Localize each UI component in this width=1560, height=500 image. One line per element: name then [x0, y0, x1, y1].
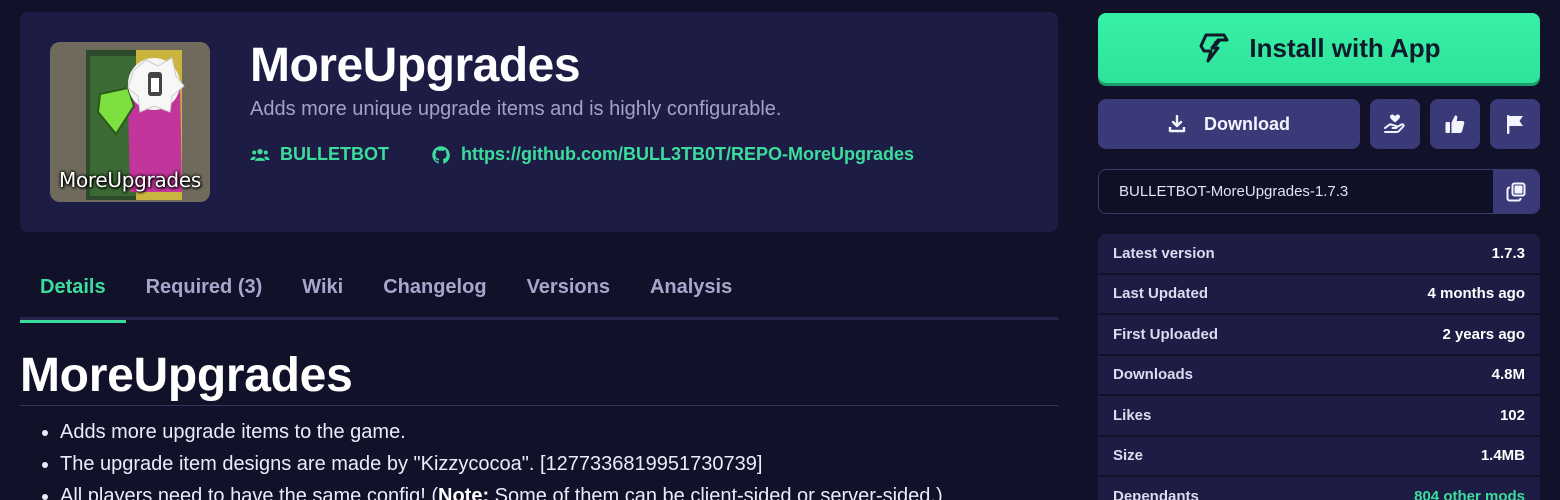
author-link[interactable]: BULLETBOT: [250, 144, 389, 165]
info-row-latest-version: Latest version 1.7.3: [1098, 234, 1540, 275]
dependency-string-text[interactable]: BULLETBOT-MoreUpgrades-1.7.3: [1099, 183, 1493, 200]
download-label: Download: [1204, 113, 1290, 134]
info-key: First Uploaded: [1113, 325, 1219, 343]
tab-wiki[interactable]: Wiki: [282, 262, 363, 320]
list-item: All players need to have the same config…: [40, 482, 943, 500]
info-key: Dependants: [1113, 487, 1199, 500]
tab-details[interactable]: Details: [20, 262, 126, 323]
tab-versions[interactable]: Versions: [507, 262, 630, 320]
readme-list: Adds more upgrade items to the game. The…: [40, 418, 943, 500]
list-item-text: Adds more upgrade items to the game.: [60, 421, 406, 443]
thunderstore-bolt-icon: [1199, 33, 1229, 63]
dependants-link[interactable]: 804 other mods: [1414, 488, 1525, 500]
thumbs-up-icon: [1445, 115, 1465, 133]
readme-divider: [20, 405, 1058, 406]
install-with-app-button[interactable]: Install with App: [1098, 13, 1540, 83]
info-row-first-uploaded: First Uploaded 2 years ago: [1098, 315, 1540, 356]
repo-link[interactable]: https://github.com/BULL3TB0T/REPO-MoreUp…: [431, 144, 914, 165]
list-item: Adds more upgrade items to the game.: [40, 418, 943, 450]
info-key: Downloads: [1113, 366, 1194, 384]
tab-changelog[interactable]: Changelog: [363, 262, 506, 320]
info-row-size: Size 1.4MB: [1098, 436, 1540, 477]
package-tabs: Details Required (3) Wiki Changelog Vers…: [20, 262, 1058, 323]
list-item-text-post: Some of them can be client-sided or serv…: [489, 485, 943, 500]
readme-title: MoreUpgrades: [20, 349, 353, 402]
tab-required[interactable]: Required (3): [126, 262, 283, 320]
tab-analysis[interactable]: Analysis: [630, 262, 752, 320]
github-icon: [432, 145, 450, 164]
hand-heart-icon: [1384, 114, 1405, 133]
package-meta: BULLETBOT https://github.com/BULL3TB0T/R…: [250, 144, 914, 165]
flag-icon: [1507, 115, 1523, 134]
info-value: 102: [1499, 406, 1525, 424]
download-icon: [1168, 115, 1186, 133]
info-key: Last Updated: [1113, 285, 1209, 303]
dependency-string-field[interactable]: BULLETBOT-MoreUpgrades-1.7.3: [1098, 169, 1540, 214]
list-item: The upgrade item designs are made by "Ki…: [40, 450, 943, 482]
info-key: Latest version: [1113, 244, 1215, 262]
report-button[interactable]: [1490, 99, 1540, 149]
package-info-table: Latest version 1.7.3 Last Updated 4 mont…: [1098, 234, 1540, 500]
package-header: MoreUpgrades MoreUpgrades Adds more uniq…: [20, 12, 1058, 232]
info-key: Likes: [1113, 406, 1152, 424]
list-item-text: The upgrade item designs are made by "Ki…: [60, 453, 763, 475]
repo-url: https://github.com/BULL3TB0T/REPO-MoreUp…: [460, 144, 914, 164]
info-value: 2 years ago: [1442, 325, 1525, 343]
info-value: 4.8M: [1491, 366, 1525, 384]
copy-button[interactable]: [1493, 170, 1539, 213]
thumbnail-label: MoreUpgrades: [59, 168, 201, 192]
info-value: 1.4MB: [1480, 447, 1525, 465]
package-title: MoreUpgrades: [250, 39, 581, 92]
list-item-text-pre: All players need to have the same config…: [60, 485, 438, 500]
info-row-dependants: Dependants 804 other mods: [1098, 477, 1540, 500]
info-value: 1.7.3: [1491, 244, 1525, 262]
info-row-likes: Likes 102: [1098, 396, 1540, 437]
download-button[interactable]: Download: [1098, 99, 1360, 149]
author-name: BULLETBOT: [280, 144, 389, 164]
info-row-last-updated: Last Updated 4 months ago: [1098, 274, 1540, 315]
users-icon: [250, 148, 270, 161]
info-key: Size: [1113, 447, 1144, 465]
package-thumbnail: MoreUpgrades: [50, 42, 210, 202]
info-row-downloads: Downloads 4.8M: [1098, 355, 1540, 396]
list-item-note-label: Note:: [438, 485, 490, 500]
like-button[interactable]: [1430, 99, 1480, 149]
package-description: Adds more unique upgrade items and is hi…: [250, 98, 782, 120]
info-value: 4 months ago: [1427, 285, 1525, 303]
install-label: Install with App: [1249, 32, 1441, 63]
donate-button[interactable]: [1370, 99, 1420, 149]
copy-icon: [1506, 182, 1526, 201]
